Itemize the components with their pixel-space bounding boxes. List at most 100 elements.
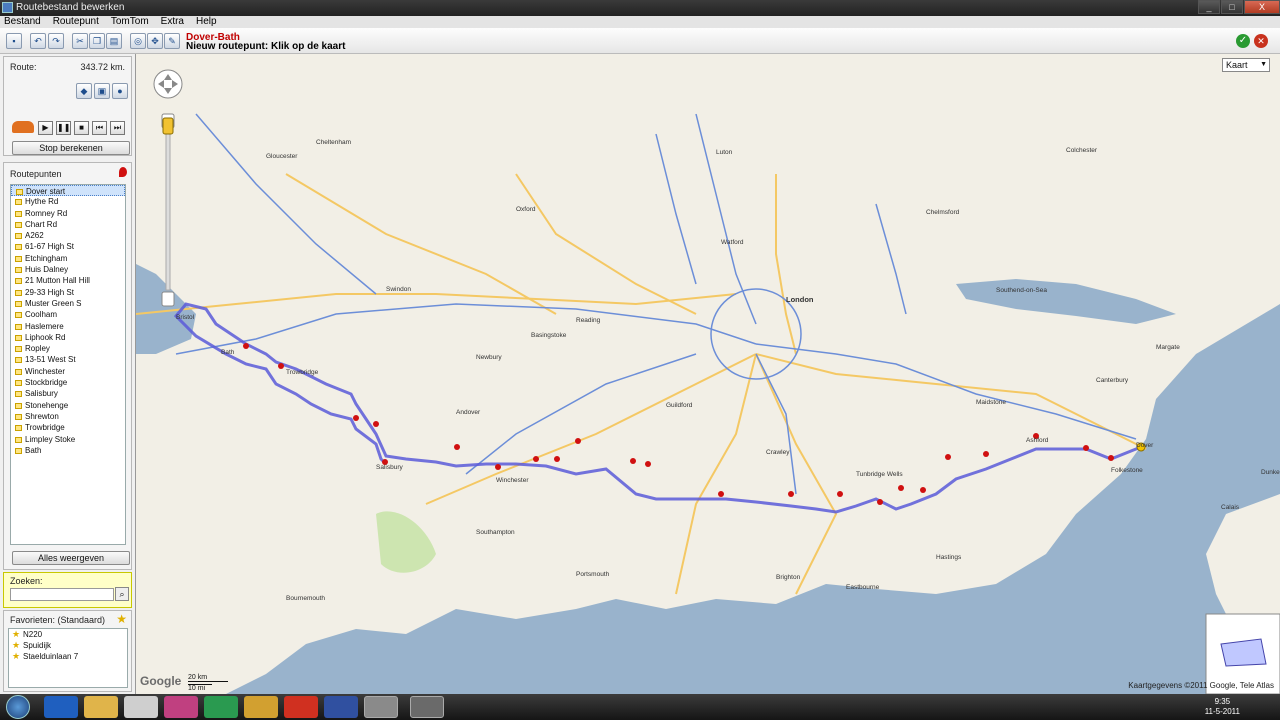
favorite-label: N220: [23, 630, 43, 639]
show-all-button[interactable]: Alles weergeven: [12, 551, 130, 565]
waypoint-item[interactable]: Limpley Stoke: [11, 434, 125, 445]
search-input[interactable]: [10, 588, 114, 601]
marker-icon[interactable]: ●: [112, 83, 128, 99]
route-marker: [837, 491, 843, 497]
city-label: Eastbourne: [846, 584, 880, 591]
waypoint-item[interactable]: A262: [11, 230, 125, 241]
play-icon[interactable]: ▶: [38, 121, 53, 135]
waypoint-item[interactable]: 61-67 High St: [11, 241, 125, 252]
map-pin-icon[interactable]: ◆: [76, 83, 92, 99]
system-clock[interactable]: 9:35 11-5-2011: [1205, 697, 1240, 717]
waypoint-item[interactable]: Salisbury: [11, 388, 125, 399]
stop-icon[interactable]: ■: [74, 121, 89, 135]
city-label: Dover: [1136, 442, 1154, 449]
cut-icon[interactable]: ✂: [72, 33, 88, 49]
waypoint-icon: [15, 447, 22, 454]
city-label: Margate: [1156, 344, 1180, 351]
search-panel: Zoeken: ⌕: [3, 572, 132, 608]
waypoint-list[interactable]: Dover start Hythe Rd Romney Rd Chart Rd A262…: [10, 184, 126, 545]
route-marker: [983, 451, 989, 457]
map-canvas[interactable]: London Brighton Southampton Portsmouth Brist…: [136, 54, 1280, 694]
paste-icon[interactable]: ▤: [106, 33, 122, 49]
waypoint-item[interactable]: Bath: [11, 445, 125, 456]
menu-routepunt[interactable]: Routepunt: [53, 16, 99, 28]
redo-icon[interactable]: ↷: [48, 33, 64, 49]
waypoint-item[interactable]: Huis Dalney: [11, 264, 125, 275]
route-editor-task[interactable]: [410, 696, 444, 718]
star-icon: ★: [12, 651, 21, 661]
favorite-item[interactable]: ★ Staelduinlaan 7: [9, 651, 127, 662]
favorite-item[interactable]: ★ N220: [9, 629, 127, 640]
game-icon[interactable]: [324, 696, 358, 718]
pause-icon[interactable]: ❚❚: [56, 121, 71, 135]
star-icon: ★: [12, 640, 21, 650]
media-player-icon[interactable]: [124, 696, 158, 718]
confirm-icon[interactable]: ✓: [1236, 34, 1250, 48]
waypoint-item[interactable]: Dover start: [11, 185, 125, 197]
copy-icon[interactable]: ❐: [89, 33, 105, 49]
menu-bestand[interactable]: Bestand: [4, 16, 41, 28]
route-marker: [877, 499, 883, 505]
start-button[interactable]: [6, 695, 30, 719]
previous-icon[interactable]: ⏮: [92, 121, 107, 135]
menu-extra[interactable]: Extra: [161, 16, 184, 28]
favorite-item[interactable]: ★ Spuidijk: [9, 640, 127, 651]
waypoint-item[interactable]: Stonehenge: [11, 400, 125, 411]
waypoint-item[interactable]: Shrewton: [11, 411, 125, 422]
search-icon[interactable]: ⌕: [115, 587, 129, 601]
waypoint-item[interactable]: Haslemere: [11, 321, 125, 332]
picasa-icon[interactable]: [164, 696, 198, 718]
map-pan-control[interactable]: [153, 69, 183, 99]
minimize-button[interactable]: _: [1198, 0, 1220, 14]
cancel-icon[interactable]: ✕: [1254, 34, 1268, 48]
waypoint-item[interactable]: Stockbridge: [11, 377, 125, 388]
waypoint-item[interactable]: Romney Rd: [11, 208, 125, 219]
menu-help[interactable]: Help: [196, 16, 217, 28]
internet-explorer-icon[interactable]: [44, 696, 78, 718]
print-icon[interactable]: ▣: [94, 83, 110, 99]
waypoint-item[interactable]: 13-51 West St: [11, 354, 125, 365]
waypoint-label: Huis Dalney: [25, 265, 69, 275]
chrome-icon[interactable]: [284, 696, 318, 718]
waypoint-label: A262: [25, 231, 44, 241]
city-label: Newbury: [476, 354, 502, 361]
next-icon[interactable]: ⏭: [110, 121, 125, 135]
stop-calculate-button[interactable]: Stop berekenen: [12, 141, 130, 155]
waypoint-item[interactable]: Etchingham: [11, 253, 125, 264]
city-label: Dunkerque: [1261, 469, 1280, 476]
tomtom-icon[interactable]: [364, 696, 398, 718]
city-label: Guildford: [666, 402, 693, 409]
waypoint-item[interactable]: Muster Green S: [11, 298, 125, 309]
waypoint-label: Haslemere: [25, 321, 64, 331]
maximize-button[interactable]: □: [1221, 0, 1243, 14]
waypoint-item[interactable]: Liphook Rd: [11, 332, 125, 343]
edit-icon[interactable]: ✎: [164, 33, 180, 49]
settings-icon[interactable]: ✥: [147, 33, 163, 49]
waypoint-item[interactable]: 21 Mutton Hall Hill: [11, 275, 125, 286]
waypoint-item[interactable]: Chart Rd: [11, 219, 125, 230]
waypoint-item[interactable]: Trowbridge: [11, 422, 125, 433]
spotify-icon[interactable]: [204, 696, 238, 718]
city-label: Brighton: [776, 574, 801, 581]
waypoint-item[interactable]: 29-33 High St: [11, 287, 125, 298]
city-label: Southampton: [476, 529, 515, 536]
route-marker: [373, 421, 379, 427]
clock-date: 11-5-2011: [1204, 707, 1240, 716]
city-label: Canterbury: [1096, 377, 1129, 384]
globe-icon[interactable]: ◎: [130, 33, 146, 49]
folder-icon[interactable]: [84, 696, 118, 718]
map-type-select[interactable]: Kaart ▼: [1222, 58, 1270, 72]
waypoint-item[interactable]: Ropley: [11, 343, 125, 354]
map-view[interactable]: London Brighton Southampton Portsmouth Brist…: [136, 54, 1280, 694]
undo-icon[interactable]: ↶: [30, 33, 46, 49]
city-label: Folkestone: [1111, 467, 1143, 474]
save-icon[interactable]: ▪: [6, 33, 22, 49]
waypoint-item[interactable]: Winchester: [11, 366, 125, 377]
route-marker: [945, 454, 951, 460]
waypoint-item[interactable]: Hythe Rd: [11, 196, 125, 207]
menu-tomtom[interactable]: TomTom: [111, 16, 149, 28]
app-icon-6[interactable]: [244, 696, 278, 718]
favorite-star-icon[interactable]: ★: [116, 612, 127, 626]
close-button[interactable]: X: [1244, 0, 1280, 14]
waypoint-item[interactable]: Coolham: [11, 309, 125, 320]
